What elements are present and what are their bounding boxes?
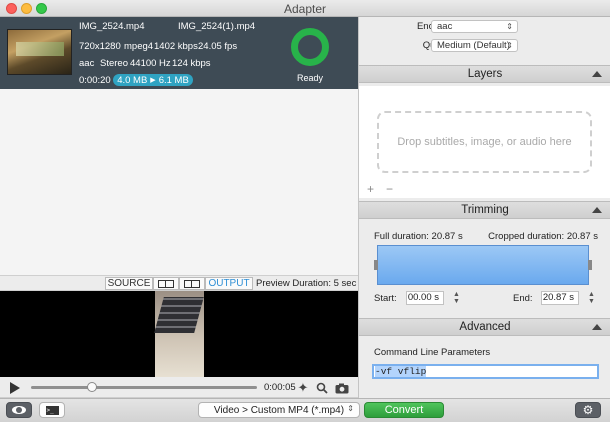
audio-codec: aac: [79, 58, 95, 69]
preset-value: Video > Custom MP4 (*.mp4): [213, 404, 345, 416]
remove-layer-button[interactable]: −: [386, 182, 393, 196]
encoder-select[interactable]: aac ⇕: [431, 20, 518, 33]
side-by-side-view-button[interactable]: [179, 277, 205, 290]
eye-icon: [12, 406, 26, 414]
preset-select[interactable]: Video > Custom MP4 (*.mp4) ⇕: [198, 402, 360, 418]
audio-bitrate: 124 kbps: [172, 58, 211, 69]
start-label: Start:: [374, 293, 397, 304]
file-row[interactable]: IMG_2524.mp4 IMG_2524(1).mp4 720x1280 mp…: [0, 17, 358, 89]
end-stepper[interactable]: ▲ ▼: [587, 291, 596, 305]
split-horizontal-icon: [158, 279, 174, 288]
duration: 0:00:20: [79, 75, 111, 86]
trimming-title: Trimming: [461, 204, 509, 216]
gear-icon[interactable]: ⚙: [575, 402, 601, 418]
frame-rate: 24.05 fps: [198, 41, 238, 52]
layers-panel: Drop subtitles, image, or audio here + −: [359, 86, 610, 198]
end-time-field[interactable]: 20.87 s: [541, 291, 579, 305]
video-frame: [155, 291, 204, 377]
output-filename[interactable]: IMG_2524(1).mp4: [178, 21, 255, 32]
collapse-icon[interactable]: [592, 71, 602, 77]
convert-button[interactable]: Convert: [364, 402, 444, 418]
trim-end-handle[interactable]: [588, 260, 592, 270]
magnifier-icon[interactable]: [314, 380, 330, 396]
preview-duration-value[interactable]: 5 sec: [334, 278, 357, 289]
chevron-updown-icon: ⇕: [506, 22, 513, 31]
dropzone-text: Drop subtitles, image, or audio here: [397, 136, 572, 148]
video-bitrate: 1402 kbps: [154, 41, 198, 52]
camera-icon[interactable]: [334, 380, 350, 396]
quality-value: Medium (Default): [437, 40, 510, 51]
chevron-updown-icon: ⇕: [347, 404, 354, 413]
output-view-button[interactable]: OUTPUT: [205, 277, 253, 290]
seek-handle[interactable]: [87, 382, 98, 392]
preview-duration-label: Preview Duration:: [256, 278, 331, 289]
preview-toggle-button[interactable]: [6, 402, 32, 418]
collapse-icon[interactable]: [592, 324, 602, 330]
quality-select[interactable]: Medium (Default) ⇕: [431, 39, 518, 52]
video-thumbnail: [7, 29, 72, 75]
start-time-field[interactable]: 00.00 s: [406, 291, 444, 305]
advanced-header[interactable]: Advanced: [359, 318, 610, 336]
end-label: End:: [513, 293, 533, 304]
resolution: 720x1280: [79, 41, 121, 52]
preview-duration[interactable]: Preview Duration: 5 sec: [256, 278, 356, 289]
trimming-header[interactable]: Trimming: [359, 201, 610, 219]
split-view-button[interactable]: [153, 277, 179, 290]
title-bar: Adapter: [0, 0, 610, 17]
trimming-panel: Full duration: 20.87 s Cropped duration:…: [359, 220, 610, 315]
video-preview[interactable]: [0, 291, 358, 377]
split-vertical-icon: [184, 279, 200, 288]
cmd-label: Command Line Parameters: [374, 347, 491, 358]
left-pane: IMG_2524.mp4 IMG_2524(1).mp4 720x1280 mp…: [0, 17, 358, 398]
encoder-value: aac: [437, 21, 453, 32]
terminal-icon: >_: [45, 405, 59, 415]
settings-pane: Encoder: aac ⇕ Quality: Medium (Default)…: [358, 17, 610, 398]
command-line-value: -vf vflip: [375, 366, 427, 377]
source-view-button[interactable]: SOURCE: [105, 277, 153, 290]
layers-title: Layers: [467, 68, 503, 80]
layers-dropzone[interactable]: Drop subtitles, image, or audio here: [377, 111, 592, 173]
terminal-button[interactable]: >_: [39, 402, 65, 418]
trim-range[interactable]: [374, 245, 592, 285]
video-codec: mpeg4: [124, 41, 154, 52]
trim-start-handle[interactable]: [374, 260, 378, 270]
status-text: Ready: [296, 73, 323, 83]
layers-header[interactable]: Layers: [359, 65, 610, 83]
audio-channels: Stereo: [100, 58, 128, 69]
advanced-title: Advanced: [459, 321, 511, 333]
size-from: 4.0 MB: [117, 74, 148, 86]
add-layer-button[interactable]: +: [367, 182, 374, 196]
chevron-updown-icon: ⇕: [506, 41, 513, 50]
size-to: 6.1 MB: [158, 74, 189, 86]
window-title: Adapter: [283, 2, 327, 16]
arrow-right-icon: ▶: [150, 77, 156, 84]
start-stepper[interactable]: ▲ ▼: [452, 291, 461, 305]
current-time: 0:00:05: [264, 382, 296, 393]
collapse-icon[interactable]: [592, 207, 602, 213]
command-line-input[interactable]: -vf vflip: [372, 364, 599, 379]
sample-rate: 44100 Hz: [130, 58, 171, 69]
play-icon[interactable]: [10, 382, 20, 394]
seek-slider[interactable]: [31, 386, 257, 389]
cropped-duration: Cropped duration: 20.87 s: [488, 231, 598, 242]
preview-toolbar: SOURCE OUTPUT Preview Duration: 5 sec: [0, 275, 358, 291]
full-duration: Full duration: 20.87 s: [374, 231, 463, 242]
status-ring-icon: [291, 28, 329, 66]
source-filename: IMG_2524.mp4: [79, 21, 145, 32]
size-badge: 4.0 MB ▶ 6.1 MB: [113, 74, 193, 86]
magic-wand-icon[interactable]: ✦: [295, 380, 311, 396]
bottom-toolbar: >_ Video > Custom MP4 (*.mp4) ⇕ Convert …: [0, 398, 610, 422]
playback-bar: 0:00:05 ✦: [0, 377, 358, 398]
